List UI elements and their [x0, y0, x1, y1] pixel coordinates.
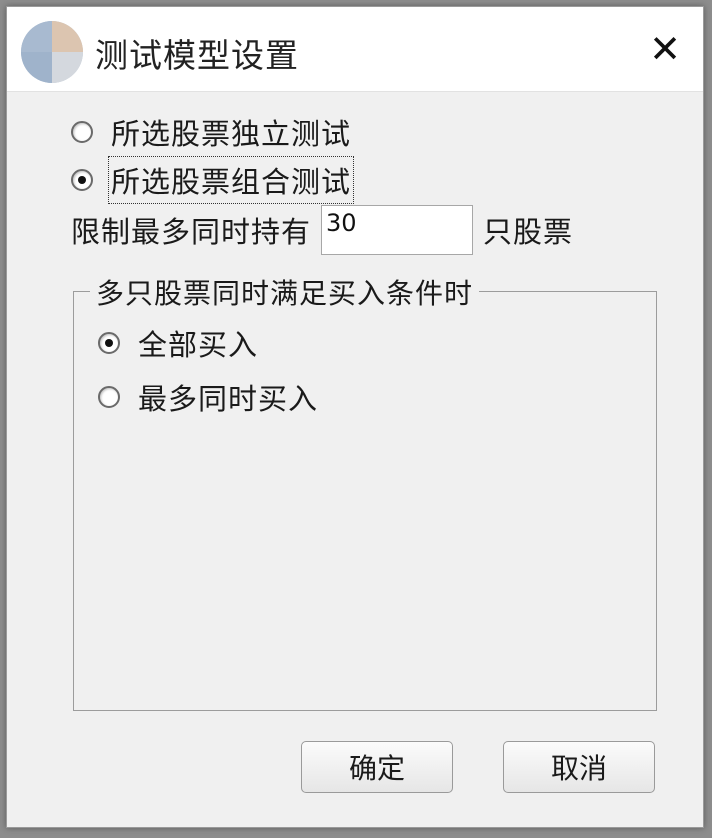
radio-button[interactable] — [71, 121, 93, 143]
radio-buy-all[interactable]: 全部买入 — [98, 322, 258, 364]
close-icon[interactable]: ✕ — [645, 27, 685, 71]
radio-buy-max-simultaneous[interactable]: 最多同时买入 — [98, 376, 318, 418]
radio-label-combined-test: 所选股票组合测试 — [107, 156, 355, 204]
radio-button[interactable] — [98, 386, 120, 408]
radio-combined-test[interactable]: 所选股票组合测试 — [71, 156, 355, 204]
radio-label-buy-all: 全部买入 — [138, 328, 259, 362]
holding-limit-unit: 只股票 — [483, 215, 574, 249]
app-icon — [21, 21, 83, 83]
radio-label-buy-max-simultaneous: 最多同时买入 — [138, 382, 319, 416]
test-model-settings-dialog: 测试模型设置 ✕ 所选股票独立测试 所选股票组合测试 限制最多同时持有 只股票 … — [6, 6, 704, 828]
radio-button-selected[interactable] — [98, 332, 120, 354]
holding-limit-label: 限制最多同时持有 — [71, 215, 312, 249]
radio-independent-test[interactable]: 所选股票独立测试 — [71, 111, 351, 153]
title-bar: 测试模型设置 ✕ — [7, 7, 703, 92]
radio-label-independent-test: 所选股票独立测试 — [111, 117, 352, 151]
cancel-button[interactable]: 取消 — [503, 741, 655, 793]
holding-limit-row: 限制最多同时持有 只股票 — [71, 205, 573, 255]
buy-condition-groupbox: 多只股票同时满足买入条件时 全部买入 最多同时买入 — [73, 272, 657, 711]
groupbox-title: 多只股票同时满足买入条件时 — [90, 272, 480, 312]
holding-limit-input[interactable] — [321, 205, 474, 255]
dialog-title: 测试模型设置 — [95, 36, 299, 75]
ok-button[interactable]: 确定 — [301, 741, 453, 793]
radio-button-selected[interactable] — [71, 169, 93, 191]
